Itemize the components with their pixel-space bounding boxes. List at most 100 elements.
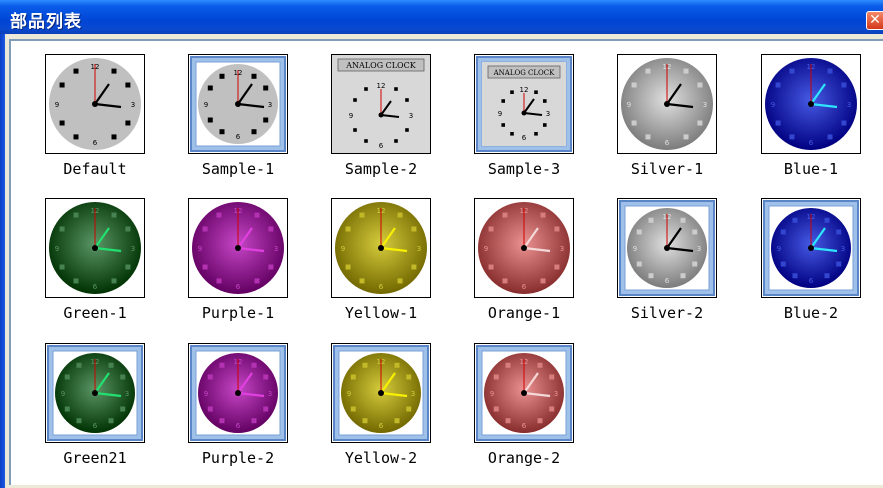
svg-text:3: 3 bbox=[409, 112, 413, 120]
part-label: Green-1 bbox=[63, 304, 127, 322]
part-item[interactable]: 12369Default bbox=[45, 54, 185, 194]
clock-thumbnail: 12369 bbox=[45, 198, 145, 298]
svg-text:12: 12 bbox=[377, 82, 386, 90]
svg-text:3: 3 bbox=[411, 390, 415, 398]
part-label: Yellow-1 bbox=[344, 304, 418, 322]
svg-text:3: 3 bbox=[560, 245, 564, 253]
svg-text:6: 6 bbox=[522, 422, 527, 430]
close-button[interactable]: ✕ bbox=[866, 11, 883, 30]
svg-text:9: 9 bbox=[347, 390, 351, 398]
clock-thumbnail: 12369 bbox=[188, 198, 288, 298]
clock-thumbnail: 12369 bbox=[331, 198, 431, 298]
svg-text:9: 9 bbox=[627, 101, 631, 109]
clock-icon: 12369 bbox=[333, 345, 429, 441]
svg-text:9: 9 bbox=[633, 245, 637, 253]
banner-text: ANALOG CLOCK bbox=[493, 69, 556, 77]
svg-text:9: 9 bbox=[490, 390, 494, 398]
svg-text:6: 6 bbox=[809, 277, 814, 285]
clock-thumbnail: ANALOG CLOCK 12 3 6 9 bbox=[474, 54, 574, 154]
svg-text:3: 3 bbox=[841, 245, 845, 253]
svg-text:6: 6 bbox=[379, 142, 384, 150]
part-item[interactable]: 12369Silver-1 bbox=[617, 54, 757, 194]
part-item[interactable]: 12369Yellow-1 bbox=[331, 198, 471, 338]
svg-text:6: 6 bbox=[665, 277, 670, 285]
clock-icon: 12369 bbox=[621, 58, 713, 150]
part-item[interactable]: 12369Green-1 bbox=[45, 198, 185, 338]
part-item[interactable]: 12369Purple-1 bbox=[188, 198, 328, 338]
svg-text:9: 9 bbox=[484, 245, 488, 253]
part-label: Green21 bbox=[63, 449, 127, 467]
svg-text:6: 6 bbox=[236, 422, 241, 430]
svg-text:6: 6 bbox=[236, 283, 241, 291]
svg-text:3: 3 bbox=[417, 245, 421, 253]
clock-icon: 12369 bbox=[190, 345, 286, 441]
svg-text:3: 3 bbox=[697, 245, 701, 253]
clock-thumbnail: 12369 bbox=[761, 198, 861, 298]
clock-icon: 12369 bbox=[619, 200, 715, 296]
clock-icon: ANALOG CLOCK 12 3 6 9 bbox=[332, 55, 430, 153]
parts-grid: 12 3 6 9 Default 12 3 6 9 Sample-1 ANALOG CLOCK 12 3… bbox=[9, 39, 883, 485]
svg-text:6: 6 bbox=[522, 134, 527, 142]
part-item[interactable]: ANALOG CLOCK 12 3 6 9 Sample-3 bbox=[474, 54, 614, 194]
svg-text:3: 3 bbox=[546, 110, 550, 118]
part-item[interactable]: ANALOG CLOCK 12 3 6 9 Sample-2 bbox=[331, 54, 471, 194]
clock-icon: 12369 bbox=[190, 56, 286, 152]
clock-icon: ANALOG CLOCK 12 3 6 9 bbox=[476, 56, 572, 152]
part-item[interactable]: 12369Silver-2 bbox=[617, 198, 757, 338]
part-item[interactable]: 12369Orange-2 bbox=[474, 343, 614, 483]
clock-icon: 12369 bbox=[49, 58, 141, 150]
svg-text:6: 6 bbox=[809, 139, 814, 147]
svg-text:6: 6 bbox=[379, 422, 384, 430]
part-item[interactable]: 12369Blue-1 bbox=[761, 54, 883, 194]
part-label: Default bbox=[63, 160, 127, 178]
clock-thumbnail: 12369 bbox=[188, 343, 288, 443]
svg-text:3: 3 bbox=[703, 101, 707, 109]
part-label: Purple-2 bbox=[201, 449, 275, 467]
clock-icon: 12369 bbox=[763, 200, 859, 296]
svg-text:9: 9 bbox=[55, 245, 59, 253]
svg-text:9: 9 bbox=[55, 101, 59, 109]
svg-text:9: 9 bbox=[204, 101, 208, 109]
part-item[interactable]: 12369Blue-2 bbox=[761, 198, 883, 338]
part-item[interactable]: 12369Orange-1 bbox=[474, 198, 614, 338]
window-title: 部品列表 bbox=[10, 12, 82, 32]
svg-text:3: 3 bbox=[125, 390, 129, 398]
svg-text:3: 3 bbox=[268, 390, 272, 398]
part-item[interactable]: 12369Sample-1 bbox=[188, 54, 328, 194]
clock-thumbnail: ANALOG CLOCK 12 3 6 9 bbox=[331, 54, 431, 154]
clock-icon: 12369 bbox=[192, 202, 284, 294]
clock-thumbnail: 12369 bbox=[761, 54, 861, 154]
clock-thumbnail: 12369 bbox=[617, 54, 717, 154]
clock-icon: 12369 bbox=[335, 202, 427, 294]
part-label: Orange-1 bbox=[487, 304, 561, 322]
part-item[interactable]: 12369Yellow-2 bbox=[331, 343, 471, 483]
svg-text:6: 6 bbox=[522, 283, 527, 291]
svg-text:9: 9 bbox=[204, 390, 208, 398]
svg-text:9: 9 bbox=[61, 390, 65, 398]
svg-text:9: 9 bbox=[498, 110, 502, 118]
parts-list-window: 部品列表 ✕ 12 3 6 9 Default 12 3 6 9 Sample-1 ANALOG C… bbox=[0, 0, 883, 488]
svg-text:3: 3 bbox=[131, 101, 135, 109]
clock-thumbnail: 12369 bbox=[331, 343, 431, 443]
part-item[interactable]: 12369Green21 bbox=[45, 343, 185, 483]
part-label: Orange-2 bbox=[487, 449, 561, 467]
svg-text:6: 6 bbox=[93, 283, 98, 291]
svg-text:6: 6 bbox=[236, 133, 241, 141]
svg-text:9: 9 bbox=[341, 245, 345, 253]
svg-text:3: 3 bbox=[268, 101, 272, 109]
part-label: Sample-2 bbox=[344, 160, 418, 178]
svg-text:3: 3 bbox=[847, 101, 851, 109]
part-item[interactable]: 12369Purple-2 bbox=[188, 343, 328, 483]
window-frame-left bbox=[0, 34, 5, 488]
part-label: Purple-1 bbox=[201, 304, 275, 322]
part-label: Silver-2 bbox=[630, 304, 704, 322]
part-label: Blue-2 bbox=[783, 304, 839, 322]
title-bar[interactable]: 部品列表 ✕ bbox=[0, 0, 883, 34]
svg-text:6: 6 bbox=[379, 283, 384, 291]
svg-text:9: 9 bbox=[198, 245, 202, 253]
svg-text:9: 9 bbox=[777, 245, 781, 253]
clock-thumbnail: 12369 bbox=[617, 198, 717, 298]
part-label: Blue-1 bbox=[783, 160, 839, 178]
clock-icon: 12369 bbox=[49, 202, 141, 294]
svg-text:6: 6 bbox=[93, 139, 98, 147]
